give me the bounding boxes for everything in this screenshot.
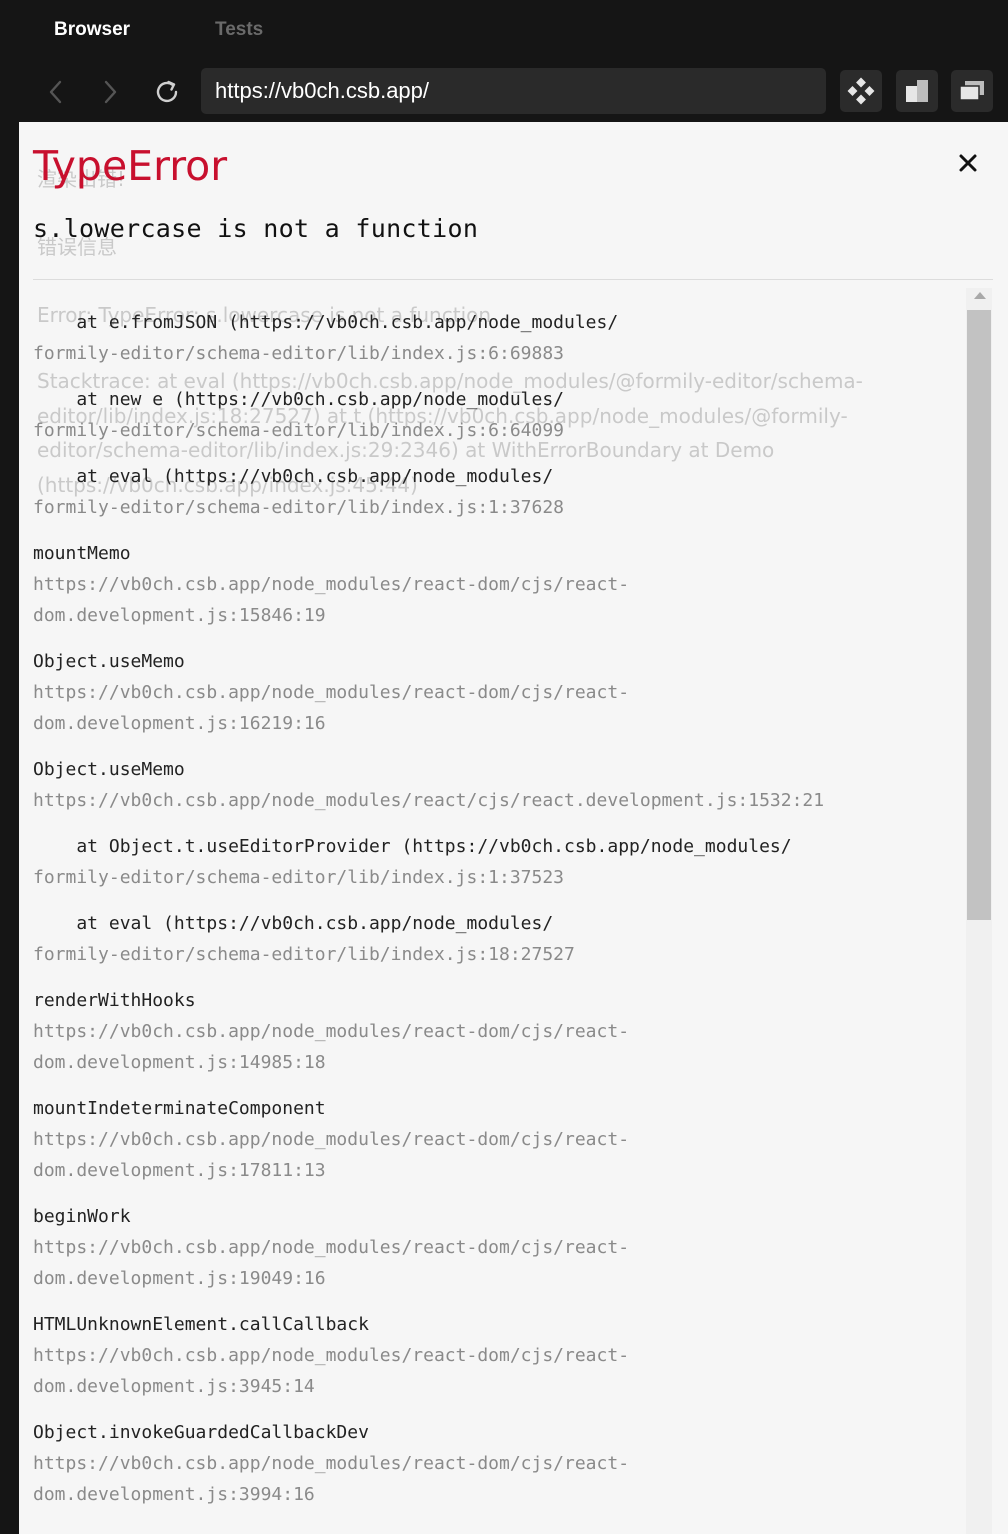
- frame-location: formily-editor/schema-editor/lib/index.j…: [33, 944, 575, 965]
- refresh-button[interactable]: [147, 72, 187, 112]
- stack-frame[interactable]: at eval (https://vb0ch.csb.app/node_modu…: [33, 908, 968, 970]
- frame-function: Object.invokeGuardedCallbackDev: [33, 1422, 369, 1443]
- frame-function: mountMemo: [33, 543, 131, 564]
- frame-location: https://vb0ch.csb.app/node_modules/react…: [33, 574, 630, 626]
- stack-frame[interactable]: at Object.t.useEditorProvider (https://v…: [33, 831, 968, 893]
- new-window-button[interactable]: [951, 70, 993, 112]
- error-type: TypeError: [33, 142, 228, 190]
- forward-button[interactable]: [90, 72, 130, 112]
- devtools-icon: [847, 77, 875, 105]
- frame-function: at Object.t.useEditorProvider (https://v…: [33, 836, 792, 857]
- frame-location: https://vb0ch.csb.app/node_modules/react…: [33, 1021, 630, 1073]
- stack-frame[interactable]: Object.useMemo https://vb0ch.csb.app/node…: [33, 754, 968, 816]
- frame-function: renderWithHooks: [33, 990, 196, 1011]
- frame-function: beginWork: [33, 1206, 131, 1227]
- close-icon: [959, 154, 977, 172]
- scrollbar[interactable]: [966, 288, 992, 1534]
- frame-function: at e.fromJSON (https://vb0ch.csb.app/nod…: [33, 312, 619, 333]
- stack-frame[interactable]: HTMLUnknownElement.callCallback https://v…: [33, 1309, 968, 1402]
- frame-function: HTMLUnknownElement.callCallback: [33, 1314, 369, 1335]
- frame-function: mountIndeterminateComponent: [33, 1098, 326, 1119]
- address-bar[interactable]: https://vb0ch.csb.app/: [201, 68, 826, 114]
- frame-function: at eval (https://vb0ch.csb.app/node_modu…: [33, 466, 554, 487]
- frame-location: formily-editor/schema-editor/lib/index.j…: [33, 420, 565, 441]
- frame-location: formily-editor/schema-editor/lib/index.j…: [33, 343, 565, 364]
- tab-tests[interactable]: Tests: [215, 18, 263, 42]
- frame-function: at new e (https://vb0ch.csb.app/node_mod…: [33, 389, 565, 410]
- stack-frame[interactable]: renderWithHooks https://vb0ch.csb.app/nod…: [33, 985, 968, 1078]
- tab-browser[interactable]: Browser: [54, 18, 130, 42]
- chevron-left-icon: [49, 80, 62, 104]
- stack-frame[interactable]: at eval (https://vb0ch.csb.app/node_modu…: [33, 461, 968, 523]
- stack-frame[interactable]: mountIndeterminateComponent https://vb0ch…: [33, 1093, 968, 1186]
- stack-frame[interactable]: mountMemo https://vb0ch.csb.app/node_modu…: [33, 538, 968, 631]
- new-window-icon: [959, 81, 984, 101]
- close-button[interactable]: [953, 148, 983, 178]
- error-message: s.lowercase is not a function: [33, 214, 479, 243]
- scrollbar-thumb[interactable]: [967, 310, 991, 920]
- frame-location: https://vb0ch.csb.app/node_modules/react…: [33, 1345, 630, 1397]
- left-strip: [0, 0, 19, 1534]
- devtools-button[interactable]: [840, 70, 882, 112]
- frame-location: https://vb0ch.csb.app/node_modules/react…: [33, 1453, 630, 1505]
- stack-frame[interactable]: beginWork https://vb0ch.csb.app/node_modu…: [33, 1201, 968, 1294]
- frame-location: https://vb0ch.csb.app/node_modules/react…: [33, 1237, 630, 1289]
- frame-location: https://vb0ch.csb.app/node_modules/react…: [33, 790, 825, 811]
- stack-frame[interactable]: Object.invokeGuardedCallbackDev https://v…: [33, 1417, 968, 1510]
- refresh-icon: [156, 80, 178, 103]
- stack-trace: at e.fromJSON (https://vb0ch.csb.app/nod…: [33, 307, 968, 1525]
- split-view-button[interactable]: [896, 70, 938, 112]
- divider: [33, 279, 993, 280]
- browser-toolbar: Browser Tests https://vb0ch.csb.app/: [19, 0, 1008, 122]
- stack-frame[interactable]: at new e (https://vb0ch.csb.app/node_mod…: [33, 384, 968, 446]
- split-view-icon: [906, 80, 928, 102]
- preview-pane: 渲染出错! 错误信息 Error: TypeError: s.lowercase…: [19, 122, 1008, 1534]
- frame-location: formily-editor/schema-editor/lib/index.j…: [33, 497, 565, 518]
- frame-function: Object.useMemo: [33, 759, 185, 780]
- stack-frame[interactable]: Object.useMemo https://vb0ch.csb.app/node…: [33, 646, 968, 739]
- back-button[interactable]: [36, 72, 76, 112]
- frame-function: at eval (https://vb0ch.csb.app/node_modu…: [33, 913, 554, 934]
- stack-frame[interactable]: at e.fromJSON (https://vb0ch.csb.app/nod…: [33, 307, 968, 369]
- frame-location: https://vb0ch.csb.app/node_modules/react…: [33, 682, 630, 734]
- chevron-right-icon: [104, 80, 117, 104]
- frame-location: formily-editor/schema-editor/lib/index.j…: [33, 867, 565, 888]
- frame-function: Object.useMemo: [33, 651, 185, 672]
- frame-location: https://vb0ch.csb.app/node_modules/react…: [33, 1129, 630, 1181]
- scroll-up-arrow[interactable]: [974, 292, 986, 299]
